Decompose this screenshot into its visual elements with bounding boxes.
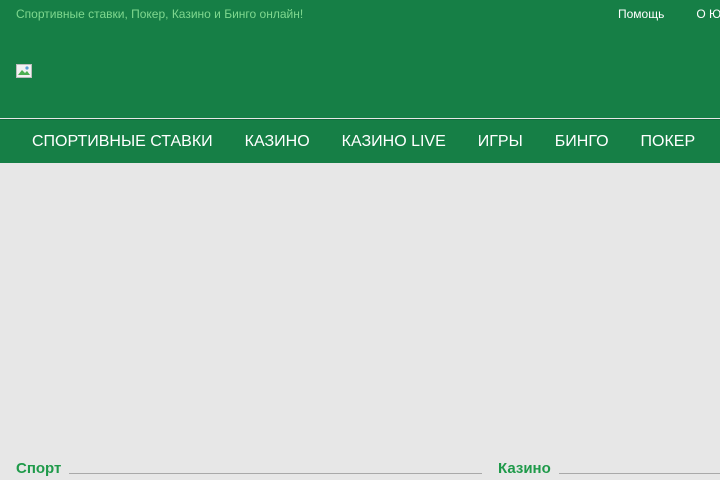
nav-item-live-casino[interactable]: КАЗИНО LIVE — [326, 120, 462, 164]
about-link[interactable]: О Ю — [696, 7, 720, 23]
casino-section-title[interactable]: Казино — [498, 460, 551, 478]
main-nav: СПОРТИВНЫЕ СТАВКИ КАЗИНО КАЗИНО LIVE ИГР… — [0, 119, 720, 163]
nav-item-poker[interactable]: ПОКЕР — [625, 120, 712, 164]
nav-item-sports-betting[interactable]: СПОРТИВНЫЕ СТАВКИ — [16, 120, 229, 164]
broken-image-icon — [16, 64, 32, 78]
section-divider — [558, 473, 720, 474]
top-links: Помощь О Ю — [618, 7, 720, 23]
site-header: Спортивные ставки, Покер, Казино и Бинго… — [0, 0, 720, 118]
nav-item-casino[interactable]: КАЗИНО — [229, 120, 326, 164]
main-content: Спорт Казино — [0, 163, 720, 480]
site-logo[interactable] — [16, 64, 32, 78]
nav-item-bingo[interactable]: БИНГО — [539, 120, 625, 164]
sport-section-title[interactable]: Спорт — [16, 460, 61, 478]
section-divider — [69, 473, 482, 474]
help-link[interactable]: Помощь — [618, 7, 664, 23]
nav-item-games[interactable]: ИГРЫ — [462, 120, 539, 164]
sport-section-header: Спорт — [16, 460, 482, 480]
site-tagline: Спортивные ставки, Покер, Казино и Бинго… — [16, 7, 304, 21]
casino-section-header: Казино — [498, 460, 720, 480]
